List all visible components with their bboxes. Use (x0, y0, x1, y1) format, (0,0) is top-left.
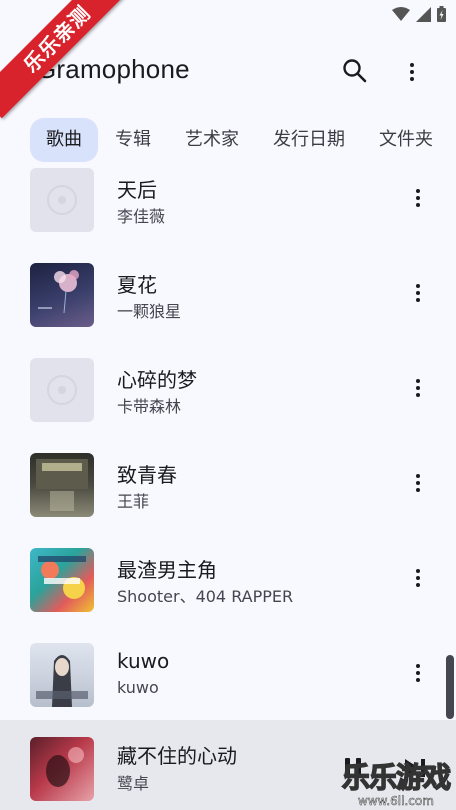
song-title: 夏花 (117, 273, 157, 297)
more-options-button[interactable] (400, 56, 424, 86)
now-playing-album-art (30, 737, 94, 801)
song-artist: kuwo (117, 678, 159, 697)
album-art-placeholder (30, 358, 94, 422)
song-artist: Shooter、404 RAPPER (117, 587, 294, 606)
song-title: 致青春 (117, 463, 177, 487)
more-vert-icon (400, 56, 424, 81)
song-menu-button[interactable] (408, 376, 428, 406)
album-art-placeholder (30, 168, 94, 232)
list-item[interactable]: kuwo kuwo (0, 641, 456, 720)
song-menu-button[interactable] (408, 471, 428, 501)
tab-release-date[interactable]: 发行日期 (264, 118, 354, 162)
song-menu-button[interactable] (408, 186, 428, 216)
album-art (30, 643, 94, 707)
more-vert-icon (408, 474, 428, 492)
more-vert-icon (408, 379, 428, 397)
tab-artists[interactable]: 艺术家 (176, 118, 248, 162)
more-vert-icon (408, 664, 428, 682)
wifi-icon (392, 6, 410, 21)
song-title: 最渣男主角 (117, 558, 217, 582)
scrollbar-thumb[interactable] (446, 655, 454, 719)
tab-albums[interactable]: 专辑 (106, 118, 160, 162)
song-menu-button[interactable] (408, 281, 428, 311)
list-item[interactable]: 心碎的梦 卡带森林 (0, 356, 456, 451)
song-list[interactable]: 天后 李佳薇 夏花 一颗狼星 心碎的梦 卡带森林 致青春 王菲 最渣男主角 Sh… (0, 168, 456, 720)
battery-charging-icon (437, 6, 446, 22)
album-art (30, 263, 94, 327)
more-vert-icon (408, 284, 428, 302)
watermark-url: www.6ll.com (358, 794, 434, 809)
list-item[interactable]: 夏花 一颗狼星 (0, 261, 456, 356)
song-title: kuwo (117, 649, 170, 673)
song-artist: 卡带森林 (117, 397, 182, 416)
song-menu-button[interactable] (408, 566, 428, 596)
search-button[interactable] (340, 56, 370, 86)
cellular-signal-icon (416, 6, 431, 22)
album-art (30, 548, 94, 612)
list-item[interactable]: 最渣男主角 Shooter、404 RAPPER (0, 546, 456, 641)
song-title: 心碎的梦 (117, 368, 197, 392)
song-artist: 王菲 (117, 492, 150, 511)
search-icon (343, 59, 367, 83)
more-vert-icon (408, 569, 428, 587)
song-artist: 李佳薇 (117, 207, 166, 226)
now-playing-artist: 鹭卓 (117, 774, 150, 793)
category-tabs: 歌曲 专辑 艺术家 发行日期 文件夹 (0, 118, 456, 164)
song-artist: 一颗狼星 (117, 302, 182, 321)
list-item[interactable]: 天后 李佳薇 (0, 168, 456, 261)
tab-folders[interactable]: 文件夹 (370, 118, 442, 162)
tab-songs[interactable]: 歌曲 (30, 118, 98, 162)
song-menu-button[interactable] (408, 661, 428, 691)
album-art (30, 453, 94, 517)
song-title: 天后 (117, 178, 157, 202)
corner-watermark: 乐乐游戏 www.6ll.com (338, 754, 456, 810)
list-item[interactable]: 致青春 王菲 (0, 451, 456, 546)
more-vert-icon (408, 189, 428, 207)
watermark-brand: 乐乐游戏 (341, 760, 452, 795)
now-playing-title: 藏不住的心动 (117, 744, 237, 768)
